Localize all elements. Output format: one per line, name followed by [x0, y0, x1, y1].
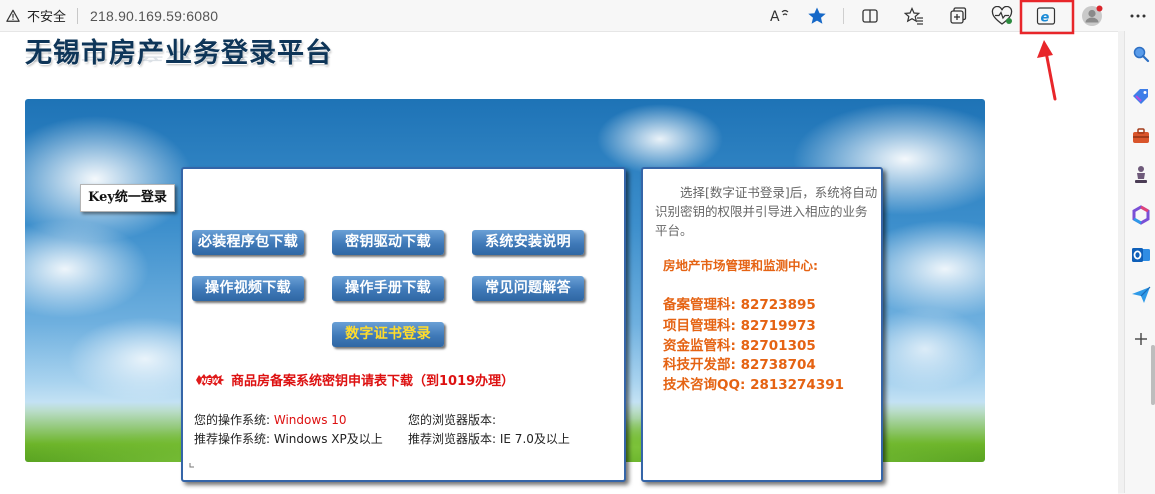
- cert-login-button[interactable]: 数字证书登录: [332, 322, 444, 347]
- contact-line: 科技开发部: 82738704: [663, 353, 816, 373]
- games-chess-icon[interactable]: [1130, 164, 1152, 186]
- sidebar-scroll-thumb[interactable]: [1151, 345, 1155, 405]
- video-download-button[interactable]: 操作视频下载: [192, 276, 304, 301]
- warning-icon[interactable]: [6, 9, 20, 23]
- security-label[interactable]: 不安全: [27, 6, 66, 25]
- site-title-reflection: 无锡市房产业务登录平台: [25, 48, 333, 63]
- shopping-tag-icon[interactable]: [1130, 85, 1152, 107]
- read-aloud-icon[interactable]: A: [769, 5, 791, 27]
- contact-label: 科技开发部:: [663, 357, 736, 373]
- key-driver-download-button[interactable]: 密钥驱动下载: [332, 230, 444, 255]
- rec-browser-line: 推荐浏览器版本: IE 7.0及以上: [408, 430, 570, 447]
- rec-os-line: 推荐操作系统: Windows XP及以上: [194, 430, 383, 447]
- ie-mode-icon[interactable]: e: [1035, 5, 1057, 27]
- os-value: Windows 10: [273, 413, 347, 427]
- microsoft365-icon[interactable]: [1130, 204, 1152, 226]
- os-label: 您的操作系统:: [194, 413, 271, 427]
- edge-sidebar: [1124, 31, 1155, 493]
- profile-avatar-icon[interactable]: [1081, 5, 1103, 27]
- rec-os-value: Windows XP及以上: [273, 432, 383, 446]
- contact-line: 资金监管科: 82701305: [663, 334, 816, 354]
- rec-os-label: 推荐操作系统:: [194, 432, 271, 446]
- favorites-icon[interactable]: [903, 5, 925, 27]
- toolbar-divider: [843, 8, 844, 24]
- contact-value: 82719973: [740, 318, 816, 334]
- address-bar[interactable]: 不安全 218.90.169.59:6080: [6, 6, 218, 25]
- contact-line: 项目管理科: 82719973: [663, 314, 816, 334]
- more-menu-icon[interactable]: [1127, 5, 1149, 27]
- key-login-tab[interactable]: Key统一登录: [80, 184, 175, 212]
- contact-line: 备案管理科: 82723895: [663, 293, 816, 313]
- url-text[interactable]: 218.90.169.59:6080: [90, 8, 218, 24]
- resize-corner-icon: [189, 463, 194, 468]
- contact-label: 备案管理科:: [663, 297, 736, 313]
- browser-label: 您的浏览器版本:: [408, 413, 497, 427]
- faq-button[interactable]: 常见问题解答: [472, 276, 584, 301]
- install-guide-button[interactable]: 系统安装说明: [472, 230, 584, 255]
- rec-browser-label: 推荐浏览器版本:: [408, 432, 497, 446]
- tools-briefcase-icon[interactable]: [1130, 125, 1152, 147]
- svg-text:A: A: [770, 9, 780, 25]
- contact-label: 资金监管科:: [663, 338, 736, 354]
- os-line: 您的操作系统: Windows 10: [194, 411, 347, 428]
- notice-link[interactable]: NEW 商品房备案系统密钥申请表下载（到1019办理）: [195, 370, 514, 389]
- contact-label: 技术咨询QQ:: [663, 377, 746, 393]
- favorite-star-icon[interactable]: [806, 5, 828, 27]
- rec-browser-value: IE 7.0及以上: [499, 432, 570, 446]
- installer-download-button[interactable]: 必装程序包下载: [192, 230, 304, 255]
- contact-value: 82738704: [740, 357, 816, 373]
- send-plane-icon[interactable]: [1130, 284, 1152, 306]
- new-badge-icon: NEW: [196, 373, 225, 386]
- browser-essentials-icon[interactable]: [991, 5, 1013, 27]
- browser-toolbar: 不安全 218.90.169.59:6080 A e: [0, 0, 1155, 31]
- contact-line: 技术咨询QQ: 2813274391: [663, 373, 844, 393]
- info-description: 选择[数字证书登录]后，系统将自动识别密钥的权限并引导进入相应的业务平台。: [655, 185, 878, 238]
- svg-text:e: e: [1041, 11, 1050, 26]
- address-separator: [77, 7, 79, 24]
- search-icon[interactable]: [1130, 43, 1152, 65]
- collections-icon[interactable]: [947, 5, 969, 27]
- add-icon[interactable]: [1130, 328, 1152, 350]
- contact-label: 项目管理科:: [663, 318, 736, 334]
- info-center-title: 房地产市场管理和监测中心:: [663, 258, 818, 273]
- new-badge-text: NEW: [201, 377, 220, 385]
- contact-value: 2813274391: [750, 377, 844, 393]
- split-screen-icon[interactable]: [859, 5, 881, 27]
- manual-download-button[interactable]: 操作手册下载: [332, 276, 444, 301]
- contact-value: 82701305: [740, 338, 816, 354]
- notice-text[interactable]: 商品房备案系统密钥申请表下载（到1019办理）: [231, 370, 514, 389]
- browser-line: 您的浏览器版本:: [408, 411, 496, 428]
- outlook-icon[interactable]: [1130, 244, 1152, 266]
- contact-value: 82723895: [740, 297, 816, 313]
